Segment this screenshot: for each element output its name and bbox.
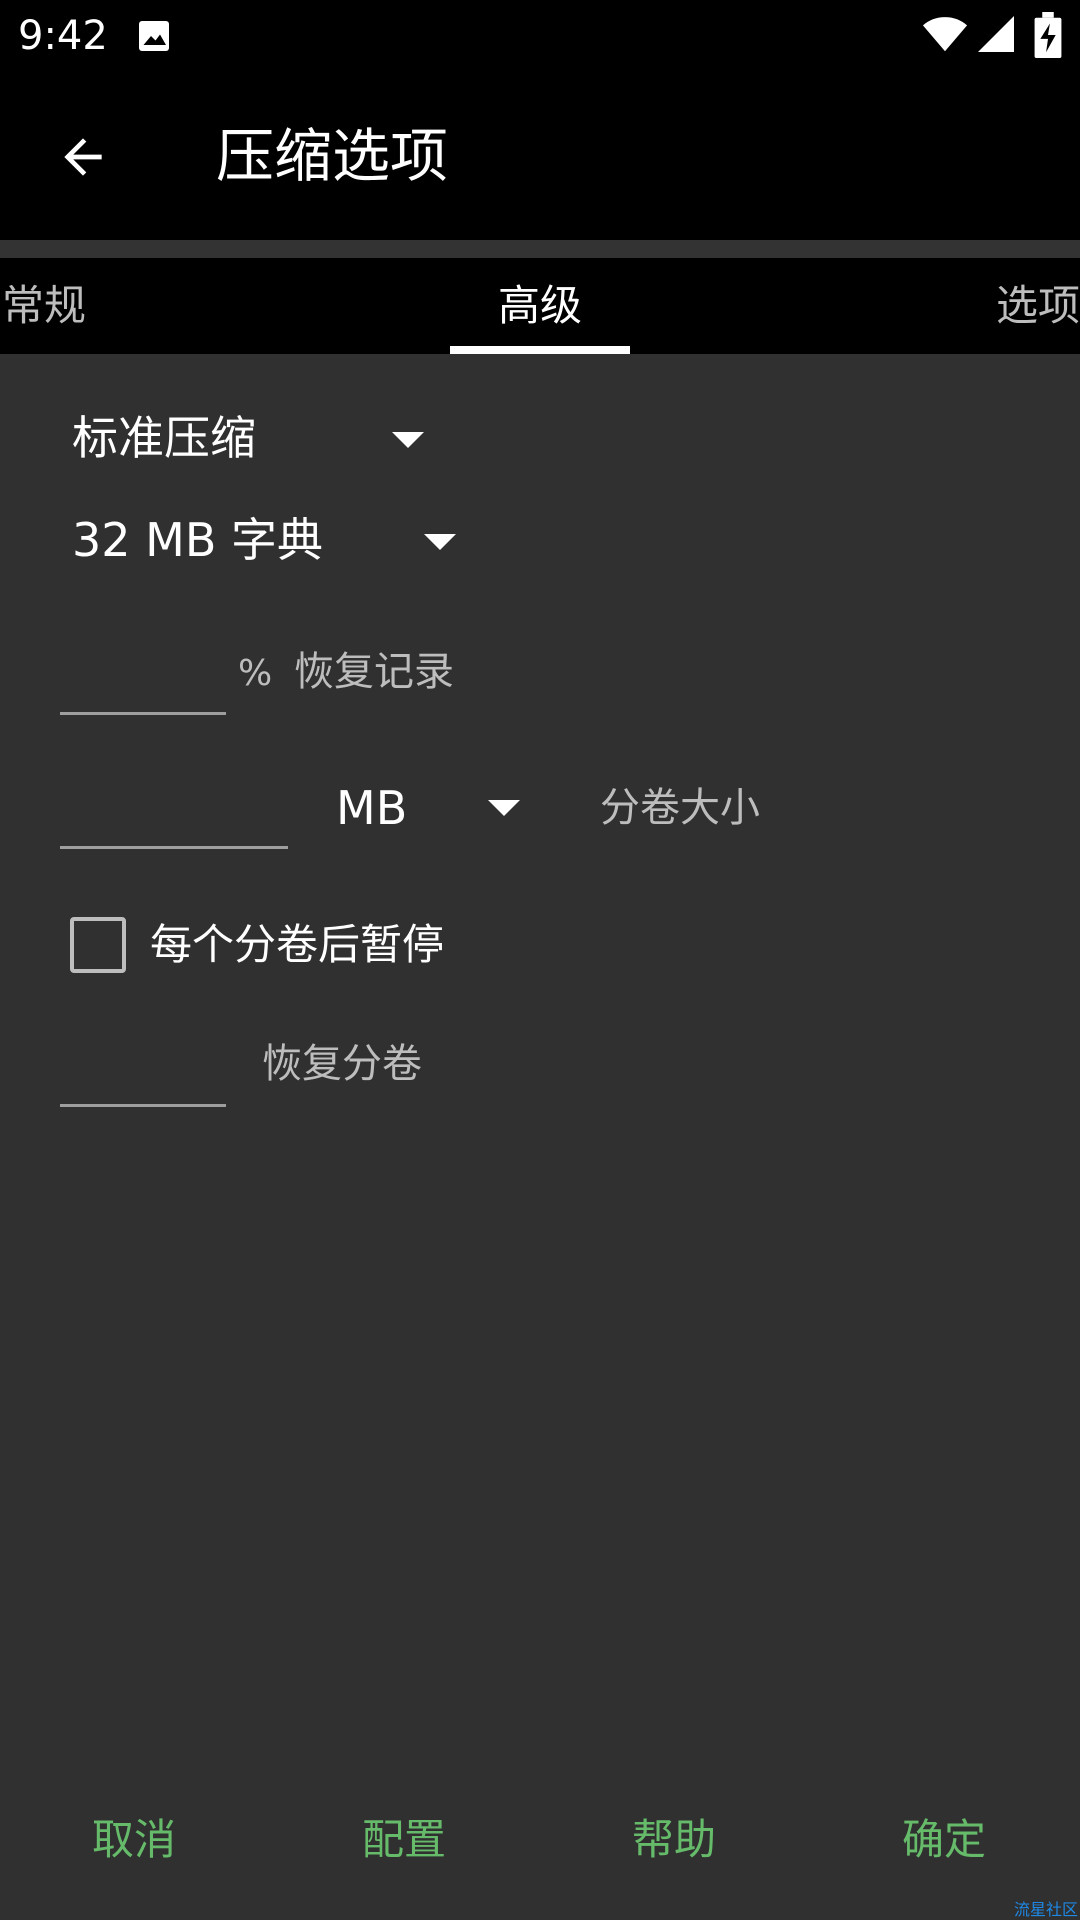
app-bar: 压缩选项 xyxy=(0,72,1080,240)
tab-bar: 常规 高级 选项 xyxy=(0,258,1080,354)
battery-charging-icon xyxy=(1034,12,1062,58)
gallery-icon xyxy=(139,21,169,51)
watermark: 流星社区 xyxy=(1014,1900,1079,1919)
status-time: 9:42 xyxy=(18,13,108,59)
ok-button[interactable]: 确定 xyxy=(834,1790,1054,1890)
dropdown-arrow-icon xyxy=(392,432,424,448)
cancel-button[interactable]: 取消 xyxy=(24,1790,244,1890)
pause-after-volume-checkbox[interactable] xyxy=(70,917,126,973)
arrow-back-icon xyxy=(64,138,102,176)
volume-unit-value: MB xyxy=(336,781,408,835)
percent-unit-label: % xyxy=(238,653,273,694)
recovery-volumes-input[interactable] xyxy=(60,1034,226,1107)
signal-icon xyxy=(978,16,1014,52)
tab-indicator xyxy=(450,346,630,354)
divider xyxy=(0,240,1080,258)
dropdown-arrow-icon xyxy=(488,800,520,816)
volume-size-input[interactable] xyxy=(60,776,288,849)
recovery-record-input[interactable] xyxy=(60,642,226,715)
back-button[interactable] xyxy=(40,114,126,200)
status-bar: 9:42 xyxy=(0,0,1080,72)
dictionary-size-value: 32 MB 字典 xyxy=(72,513,324,567)
config-button[interactable]: 配置 xyxy=(294,1790,514,1890)
recovery-record-label: 恢复记录 xyxy=(294,649,454,695)
volume-size-label: 分卷大小 xyxy=(600,785,760,831)
tab-advanced[interactable]: 高级 xyxy=(450,258,630,354)
bottom-button-bar: 取消 配置 帮助 确定 xyxy=(0,1790,1080,1890)
compression-method-value: 标准压缩 xyxy=(72,411,256,465)
wifi-icon xyxy=(922,17,968,52)
tab-options[interactable]: 选项 xyxy=(996,258,1080,354)
help-button[interactable]: 帮助 xyxy=(564,1790,784,1890)
pause-after-volume-row[interactable]: 每个分卷后暂停 xyxy=(62,910,444,980)
tab-general[interactable]: 常规 xyxy=(2,258,86,354)
page-title: 压缩选项 xyxy=(216,122,449,190)
recovery-volumes-label: 恢复分卷 xyxy=(262,1041,422,1087)
pause-after-volume-label: 每个分卷后暂停 xyxy=(150,920,445,969)
dropdown-arrow-icon xyxy=(424,534,456,550)
dictionary-size-dropdown[interactable]: 32 MB 字典 xyxy=(72,500,472,580)
